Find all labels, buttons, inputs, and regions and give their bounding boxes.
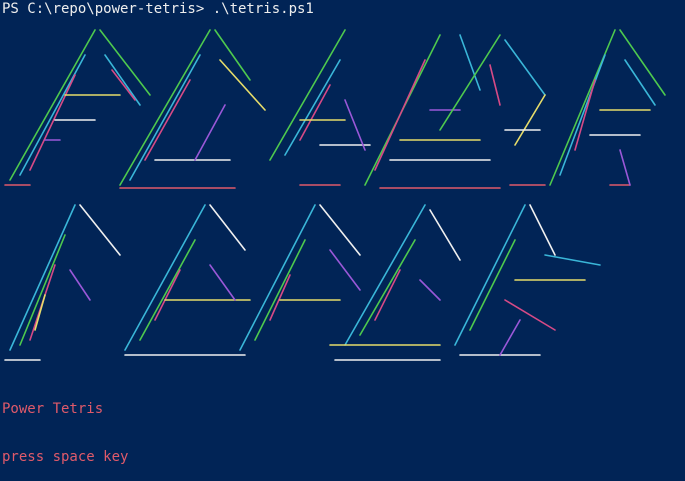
ascii-art-banner bbox=[4, 29, 666, 361]
banner-row-2 bbox=[4, 204, 601, 361]
glyph-8 bbox=[124, 204, 251, 356]
glyph-9 bbox=[239, 204, 361, 351]
banner-row-1 bbox=[4, 29, 666, 189]
glyph-11 bbox=[454, 204, 601, 356]
glyph-7 bbox=[4, 204, 121, 361]
glyph-1 bbox=[4, 29, 151, 186]
game-title: Power Tetris bbox=[2, 401, 104, 417]
glyph-3 bbox=[269, 29, 371, 186]
game-text: Power Tetris press space key bbox=[2, 369, 128, 481]
glyph-4 bbox=[364, 34, 501, 189]
glyph-6 bbox=[549, 29, 666, 186]
glyph-2 bbox=[119, 29, 266, 189]
glyph-10 bbox=[329, 204, 461, 361]
press-space-instruction: press space key bbox=[2, 449, 129, 465]
